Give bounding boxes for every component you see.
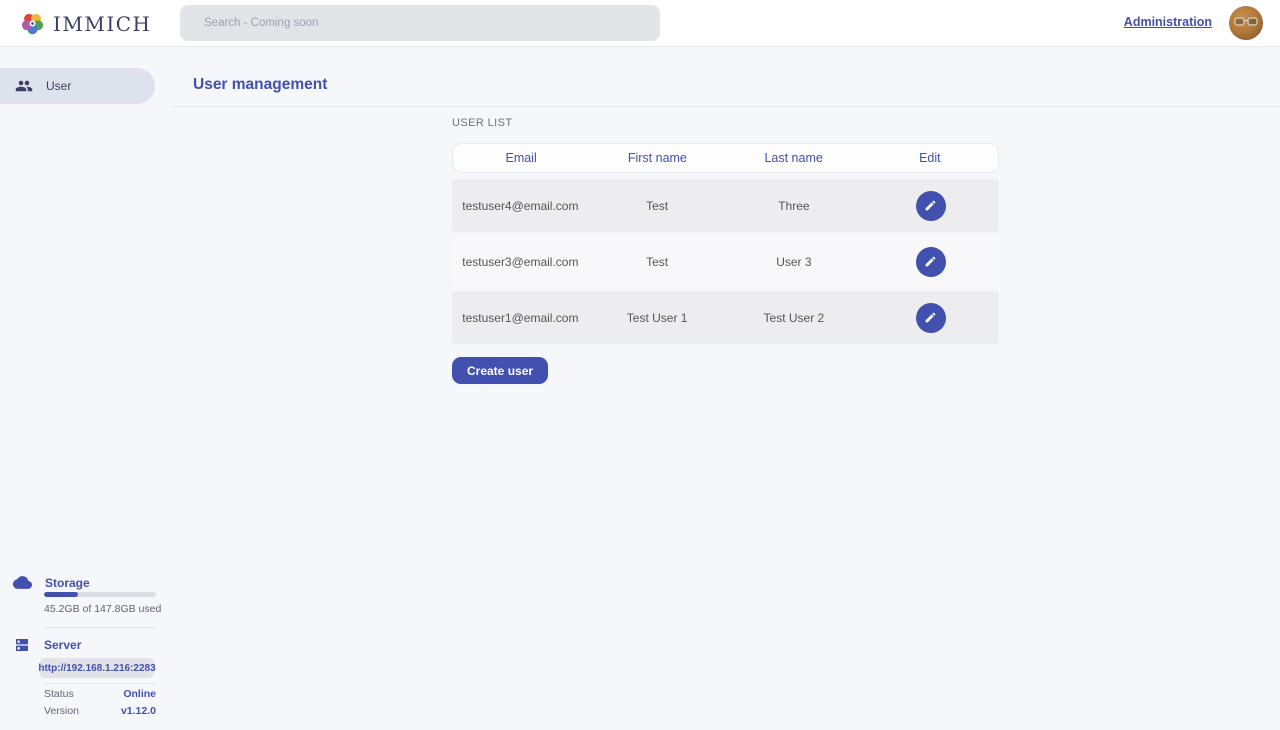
storage-progress-fill: [44, 592, 78, 597]
pencil-icon: [924, 311, 937, 324]
column-header-first-name: First name: [589, 151, 725, 165]
user-first-name: Test User 1: [589, 311, 726, 325]
user-email: testuser4@email.com: [452, 199, 589, 213]
edit-user-button[interactable]: [916, 247, 946, 277]
storage-section-header: Storage: [13, 573, 90, 592]
user-email: testuser1@email.com: [452, 311, 589, 325]
sidebar-item-user[interactable]: User: [0, 68, 155, 104]
server-icon: [14, 637, 30, 653]
user-table-body: testuser4@email.com Test Three testuser3…: [452, 179, 999, 347]
sidebar-item-label: User: [46, 79, 71, 93]
storage-progress-bar: [44, 592, 156, 597]
server-status-row: Status Online: [44, 688, 156, 700]
server-title: Server: [44, 638, 81, 652]
user-avatar[interactable]: [1229, 6, 1263, 40]
storage-usage-text: 45.2GB of 147.8GB used: [44, 603, 161, 615]
status-value: Online: [123, 688, 156, 700]
pencil-icon: [924, 255, 937, 268]
column-header-last-name: Last name: [726, 151, 862, 165]
user-first-name: Test: [589, 255, 726, 269]
status-label: Status: [44, 688, 74, 700]
app-title: IMMICH: [53, 12, 152, 36]
version-label: Version: [44, 705, 79, 717]
user-last-name: Test User 2: [726, 311, 863, 325]
user-email: testuser3@email.com: [452, 255, 589, 269]
sidebar-divider: [44, 627, 156, 628]
search-input[interactable]: [180, 17, 660, 29]
server-section-header: Server: [14, 637, 81, 653]
title-divider: [171, 106, 1280, 107]
edit-user-button[interactable]: [916, 303, 946, 333]
glasses-icon: [1234, 17, 1258, 27]
version-value: v1.12.0: [121, 705, 156, 717]
server-url-chip: http://192.168.1.216:2283: [40, 658, 154, 678]
table-row: testuser3@email.com Test User 3: [452, 235, 999, 288]
user-first-name: Test: [589, 199, 726, 213]
create-user-button[interactable]: Create user: [452, 357, 548, 384]
people-icon: [15, 77, 33, 95]
page-title: User management: [193, 76, 327, 94]
edit-user-button[interactable]: [916, 191, 946, 221]
search-bar[interactable]: [180, 5, 660, 41]
app-logo: IMMICH: [19, 0, 152, 47]
table-row: testuser4@email.com Test Three: [452, 179, 999, 232]
sidebar: User Storage 45.2GB of 147.8GB used Serv…: [0, 47, 171, 730]
table-row: testuser1@email.com Test User 1 Test Use…: [452, 291, 999, 344]
user-last-name: User 3: [726, 255, 863, 269]
user-last-name: Three: [726, 199, 863, 213]
pencil-icon: [924, 199, 937, 212]
storage-title: Storage: [45, 576, 90, 590]
column-header-edit: Edit: [862, 151, 998, 165]
sidebar-divider: [44, 683, 156, 684]
immich-flower-icon: [19, 10, 46, 37]
user-list-label: USER LIST: [452, 117, 512, 129]
server-version-row: Version v1.12.0: [44, 705, 156, 717]
top-navbar: IMMICH Administration: [0, 0, 1280, 47]
column-header-email: Email: [453, 151, 589, 165]
administration-link[interactable]: Administration: [1124, 15, 1212, 29]
cloud-icon: [13, 573, 32, 592]
user-table-header: Email First name Last name Edit: [452, 143, 999, 173]
